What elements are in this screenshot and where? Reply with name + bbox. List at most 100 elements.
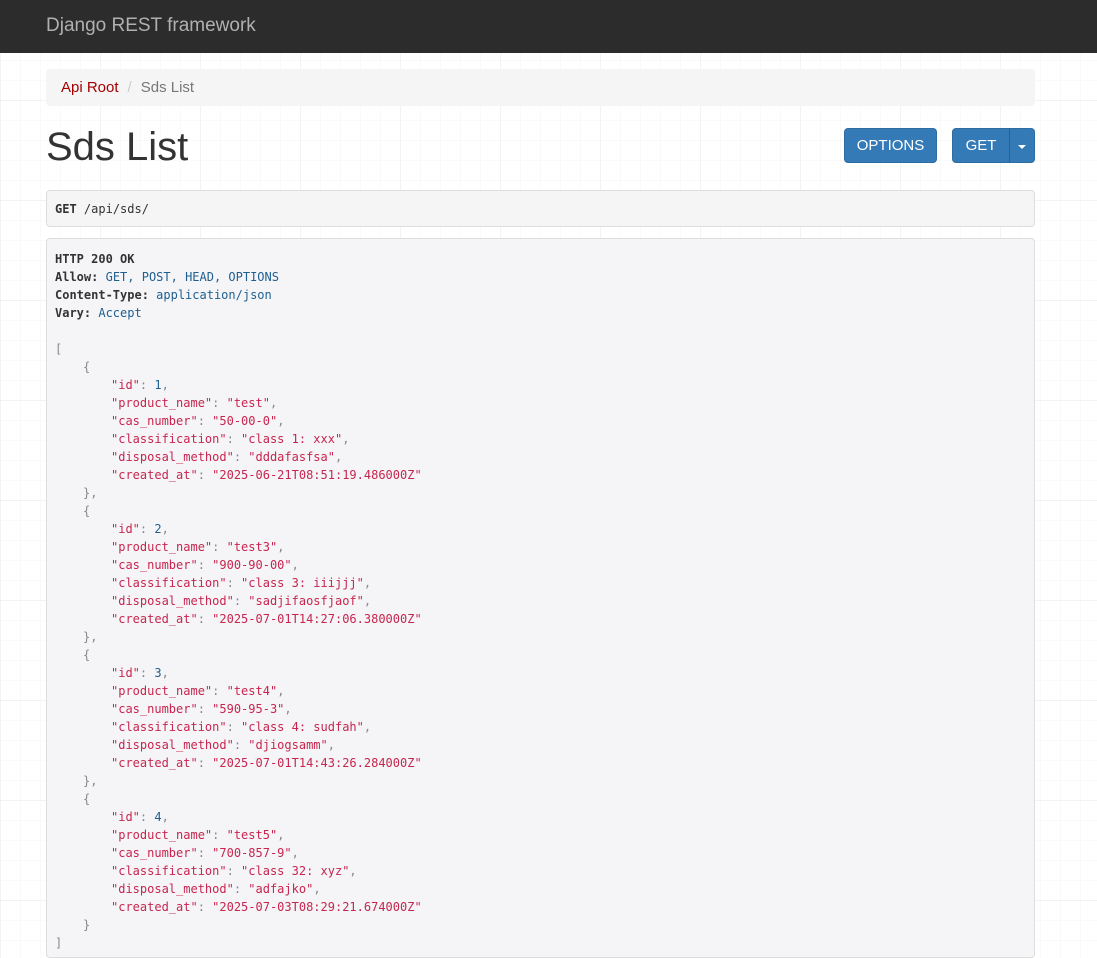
json-comma: , (277, 540, 285, 554)
get-format-dropdown-button[interactable] (1009, 128, 1035, 163)
json-value: "2025-07-01T14:43:26.284000Z" (212, 756, 422, 770)
json-field: "id": 1, (55, 376, 1034, 394)
breadcrumb: Api Root / Sds List (46, 69, 1035, 106)
header-value: GET, POST, HEAD, OPTIONS (105, 270, 279, 284)
json-field: "cas_number": "900-90-00", (55, 556, 1034, 574)
json-colon: : (212, 396, 227, 410)
json-field: "product_name": "test5", (55, 826, 1034, 844)
json-key: "disposal_method" (111, 594, 234, 608)
json-value: "adfajko" (248, 882, 314, 896)
request-info: GET /api/sds/ (46, 190, 1035, 227)
json-colon: : (226, 864, 242, 878)
json-field: "disposal_method": "sadjifaosfjaof", (55, 592, 1034, 610)
json-value: "590-95-3" (212, 702, 285, 716)
json-field: "id": 2, (55, 520, 1034, 538)
json-colon: : (233, 738, 249, 752)
json-object-open: { (83, 648, 91, 662)
header-key: Content-Type: (55, 288, 149, 302)
json-array-open: [ (55, 342, 63, 356)
options-button[interactable]: OPTIONS (844, 128, 937, 163)
json-field: "classification": "class 4: sudfah", (55, 718, 1034, 736)
json-comma: , (327, 738, 335, 752)
json-key: "disposal_method" (111, 738, 234, 752)
json-field: "id": 4, (55, 808, 1034, 826)
json-object-open: { (83, 360, 91, 374)
header-value: application/json (156, 288, 272, 302)
get-button[interactable]: GET (952, 128, 1010, 163)
json-key: "product_name" (111, 396, 213, 410)
json-key: "product_name" (111, 540, 213, 554)
json-comma: , (269, 396, 278, 410)
json-value: "700-857-9" (212, 846, 292, 860)
json-key: "product_name" (111, 684, 213, 698)
json-comma: , (277, 684, 285, 698)
json-value: "2025-06-21T08:51:19.486000Z" (212, 468, 422, 482)
json-colon: : (197, 846, 213, 860)
json-comma: , (313, 882, 321, 896)
json-field: "disposal_method": "djiogsamm", (55, 736, 1034, 754)
json-key: "created_at" (111, 756, 198, 770)
json-comma: , (277, 828, 285, 842)
json-comma: , (363, 720, 372, 734)
json-comma: , (349, 864, 357, 878)
header-key: Vary: (55, 306, 92, 320)
json-field: "product_name": "test4", (55, 682, 1034, 700)
json-comma: , (161, 378, 169, 392)
main-container: Api Root / Sds List Sds List OPTIONS GET… (46, 69, 1035, 958)
json-comma: , (284, 702, 292, 716)
json-field: "product_name": "test", (55, 394, 1034, 412)
json-value: "djiogsamm" (248, 738, 328, 752)
json-value: "test5" (226, 828, 278, 842)
response-status: HTTP 200 OK (55, 252, 135, 266)
json-value: 2 (154, 522, 162, 536)
json-colon: : (197, 468, 213, 482)
json-value: "sadjifaosfjaof" (248, 594, 364, 608)
json-key: "cas_number" (111, 558, 198, 572)
json-key: "id" (111, 810, 140, 824)
json-comma: , (277, 414, 285, 428)
json-field: "created_at": "2025-07-03T08:29:21.67400… (55, 898, 1034, 916)
json-value: "900-90-00" (212, 558, 292, 572)
request-path: /api/sds/ (83, 202, 149, 216)
json-colon: : (212, 684, 227, 698)
json-field: "cas_number": "590-95-3", (55, 700, 1034, 718)
json-colon: : (139, 378, 155, 392)
json-key: "classification" (111, 432, 227, 446)
json-colon: : (212, 540, 227, 554)
json-comma: , (291, 846, 299, 860)
json-value: "class 32: xyz" (241, 864, 350, 878)
json-colon: : (233, 882, 249, 896)
json-key: "classification" (111, 720, 227, 734)
json-field: "product_name": "test3", (55, 538, 1034, 556)
json-field: "classification": "class 3: iiijjj", (55, 574, 1034, 592)
header-value: Accept (98, 306, 142, 320)
json-colon: : (212, 828, 227, 842)
json-key: "created_at" (111, 612, 198, 626)
json-object-close: }, (83, 486, 98, 500)
json-value: "2025-07-01T14:27:06.380000Z" (212, 612, 422, 626)
json-colon: : (139, 666, 155, 680)
json-value: "dddafasfsa" (248, 450, 335, 464)
breadcrumb-api-root[interactable]: Api Root (61, 79, 119, 96)
json-key: "disposal_method" (111, 450, 234, 464)
json-colon: : (226, 432, 242, 446)
json-key: "id" (111, 378, 140, 392)
json-key: "cas_number" (111, 702, 198, 716)
json-colon: : (233, 594, 249, 608)
json-field: "disposal_method": "adfajko", (55, 880, 1034, 898)
json-comma: , (334, 450, 343, 464)
json-value: 1 (154, 378, 162, 392)
json-value: "test" (226, 396, 270, 410)
json-value: "test3" (226, 540, 278, 554)
json-value: "50-00-0" (212, 414, 278, 428)
response-info: HTTP 200 OK Allow: GET, POST, HEAD, OPTI… (46, 238, 1035, 958)
request-method: GET (55, 202, 77, 216)
json-object-open: { (83, 792, 91, 806)
brand-link[interactable]: Django REST framework (46, 15, 256, 37)
json-object-close: }, (83, 630, 98, 644)
json-field: "cas_number": "700-857-9", (55, 844, 1034, 862)
json-value: "class 3: iiijjj" (241, 576, 364, 590)
json-body: [{"id": 1, "product_name": "test", "cas_nu… (55, 340, 1034, 952)
json-colon: : (197, 558, 213, 572)
caret-down-icon (1018, 144, 1026, 149)
